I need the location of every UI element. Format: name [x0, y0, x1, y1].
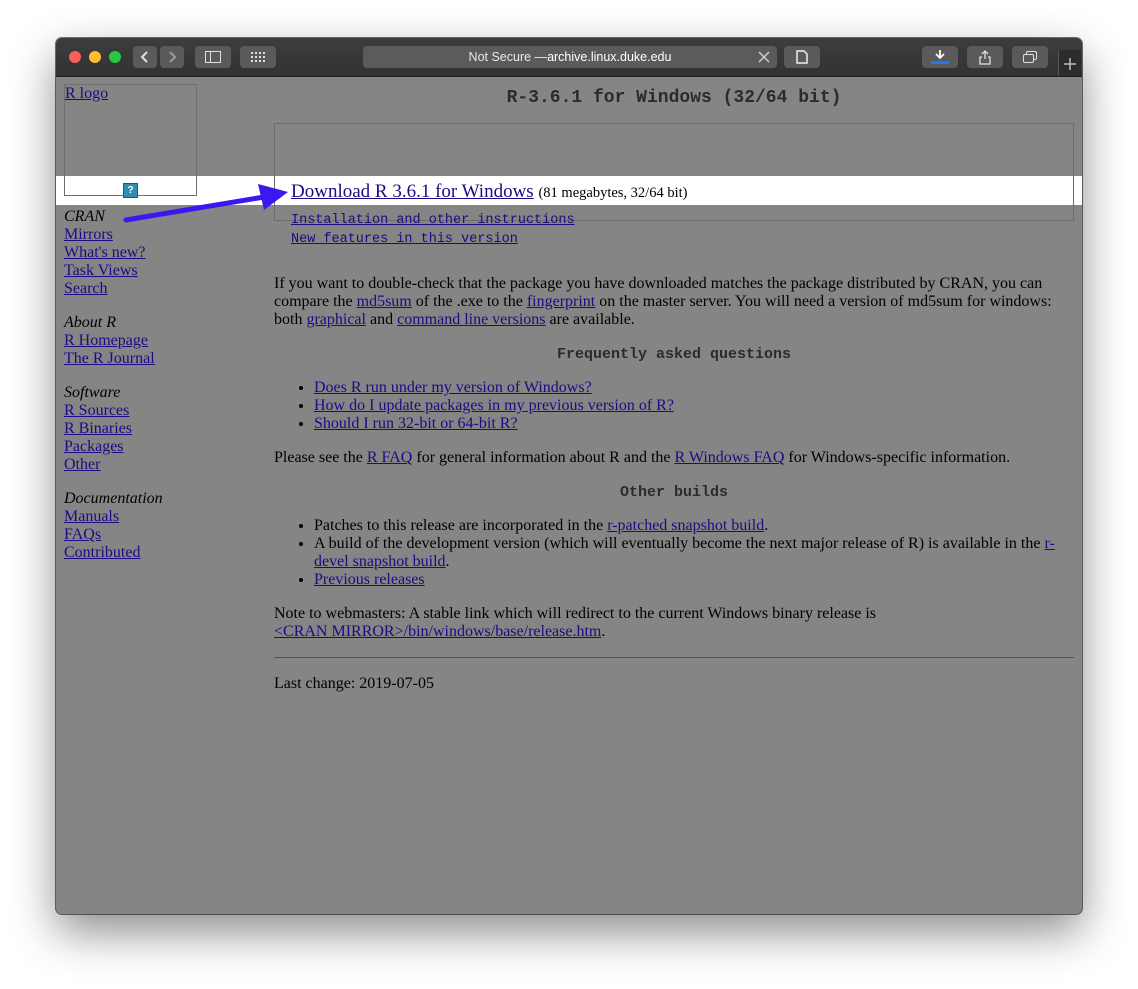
sidebar-link-r-binaries[interactable]: R Binaries	[64, 420, 132, 438]
sidebar-section-about: About R R Homepage The R Journal	[64, 314, 155, 368]
sidebar-heading: Software	[64, 384, 121, 401]
browser-window: Not Secure — archive.linux.duke.edu R lo…	[56, 38, 1082, 914]
sidebar-link-r-journal[interactable]: The R Journal	[64, 350, 155, 368]
builds-list: Patches to this release are incorporated…	[274, 517, 1074, 589]
text: for general information about R and the	[412, 449, 675, 466]
sidebar-link-task-views[interactable]: Task Views	[64, 262, 146, 280]
sidebar-section-software: Software R Sources R Binaries Packages O…	[64, 384, 132, 474]
download-size: (81 megabytes, 32/64 bit)	[538, 185, 688, 201]
r-windows-faq-link[interactable]: R Windows FAQ	[675, 449, 785, 466]
text: of the .exe to the	[411, 293, 527, 310]
sidebar-link-search[interactable]: Search	[64, 280, 146, 298]
share-icon	[979, 49, 991, 65]
divider	[274, 657, 1074, 658]
md5sum-link[interactable]: md5sum	[357, 293, 412, 310]
address-bar[interactable]: Not Secure — archive.linux.duke.edu	[363, 46, 777, 68]
download-icon	[931, 50, 949, 64]
page-title: R-3.6.1 for Windows (32/64 bit)	[506, 88, 842, 108]
previous-releases-link[interactable]: Previous releases	[314, 571, 425, 588]
url-prefix: Not Secure —	[468, 50, 548, 64]
chevron-right-icon	[169, 51, 177, 63]
share-button[interactable]	[967, 46, 1003, 68]
minimize-window-button[interactable]	[89, 51, 101, 63]
faq-link-windows-version[interactable]: Does R run under my version of Windows?	[314, 379, 592, 396]
tabs-button[interactable]	[1012, 46, 1048, 68]
text: are available.	[545, 311, 635, 328]
text: Patches to this release are incorporated…	[314, 517, 608, 534]
list-item: Should I run 32-bit or 64-bit R?	[314, 415, 1074, 433]
sidebar-link-r-homepage[interactable]: R Homepage	[64, 332, 155, 350]
page-content: R logo ? CRAN Mirrors What's new? Task V…	[56, 77, 1082, 914]
url-host: archive.linux.duke.edu	[547, 50, 672, 64]
grid-icon	[251, 52, 265, 62]
graphical-link[interactable]: graphical	[306, 311, 366, 328]
close-icon[interactable]	[757, 50, 771, 64]
sidebar-link-other[interactable]: Other	[64, 456, 132, 474]
forward-button[interactable]	[160, 46, 184, 68]
download-line: Download R 3.6.1 for Windows (81 megabyt…	[291, 181, 687, 203]
sidebar-heading: Documentation	[64, 490, 163, 507]
installation-instructions-link[interactable]: Installation and other instructions	[291, 211, 575, 230]
sidebar-link-contributed[interactable]: Contributed	[64, 544, 163, 562]
text: and	[365, 311, 398, 328]
r-patched-link[interactable]: r-patched snapshot build	[607, 517, 764, 534]
faq-note-paragraph: Please see the R FAQ for general informa…	[274, 449, 1064, 467]
faq-link-update-packages[interactable]: How do I update packages in my previous …	[314, 397, 674, 414]
zoom-window-button[interactable]	[109, 51, 121, 63]
sidebar-section-documentation: Documentation Manuals FAQs Contributed	[64, 490, 163, 562]
new-features-link[interactable]: New features in this version	[291, 230, 575, 249]
faq-heading: Frequently asked questions	[556, 346, 792, 363]
page-icon	[796, 50, 808, 64]
download-r-link[interactable]: Download R 3.6.1 for Windows	[291, 181, 534, 202]
r-faq-link[interactable]: R FAQ	[367, 449, 413, 466]
last-change: Last change: 2019-07-05	[274, 675, 434, 692]
reader-button[interactable]	[784, 46, 820, 68]
annotation-arrow-icon	[123, 184, 288, 223]
text: for Windows-specific information.	[784, 449, 1011, 466]
back-button[interactable]	[133, 46, 157, 68]
list-item: A build of the development version (whic…	[314, 535, 1074, 571]
sidebar-link-r-sources[interactable]: R Sources	[64, 402, 132, 420]
other-builds-heading: Other builds	[619, 484, 729, 501]
text: A build of the development version (whic…	[314, 535, 1045, 552]
list-item: Patches to this release are incorporated…	[314, 517, 1074, 535]
faq-list: Does R run under my version of Windows? …	[274, 379, 1074, 433]
plus-icon	[1064, 58, 1076, 70]
list-item: How do I update packages in my previous …	[314, 397, 1074, 415]
sidebar-link-faqs[interactable]: FAQs	[64, 526, 163, 544]
webmaster-note: Note to webmasters: A stable link which …	[274, 605, 1064, 641]
sidebar-icon	[205, 51, 221, 63]
sidebar-link-packages[interactable]: Packages	[64, 438, 132, 456]
tabs-icon	[1023, 50, 1037, 63]
text: .	[445, 553, 450, 570]
sidebar-link-whats-new[interactable]: What's new?	[64, 244, 146, 262]
md5-paragraph: If you want to double-check that the pac…	[274, 275, 1064, 329]
text: .	[764, 517, 769, 534]
command-line-versions-link[interactable]: command line versions	[397, 311, 545, 328]
sidebar-link-manuals[interactable]: Manuals	[64, 508, 163, 526]
close-window-button[interactable]	[69, 51, 81, 63]
text: Please see the	[274, 449, 367, 466]
sidebar-heading: About R	[64, 314, 116, 331]
release-link[interactable]: <CRAN MIRROR>/bin/windows/base/release.h…	[274, 623, 601, 640]
download-sub-links: Installation and other instructions New …	[291, 211, 575, 249]
sidebar-toggle-button[interactable]	[195, 46, 231, 68]
chevron-left-icon	[140, 51, 148, 63]
list-item: Does R run under my version of Windows?	[314, 379, 1074, 397]
list-item: Previous releases	[314, 571, 1074, 589]
text: Note to webmasters: A stable link which …	[274, 605, 877, 622]
fingerprint-link[interactable]: fingerprint	[527, 293, 595, 310]
new-tab-button[interactable]	[1058, 50, 1081, 76]
faq-link-32-or-64[interactable]: Should I run 32-bit or 64-bit R?	[314, 415, 518, 432]
tab-overview-button[interactable]	[240, 46, 276, 68]
text: .	[601, 623, 606, 640]
browser-toolbar: Not Secure — archive.linux.duke.edu	[56, 38, 1082, 77]
download-box	[274, 123, 1074, 221]
downloads-button[interactable]	[922, 46, 958, 68]
